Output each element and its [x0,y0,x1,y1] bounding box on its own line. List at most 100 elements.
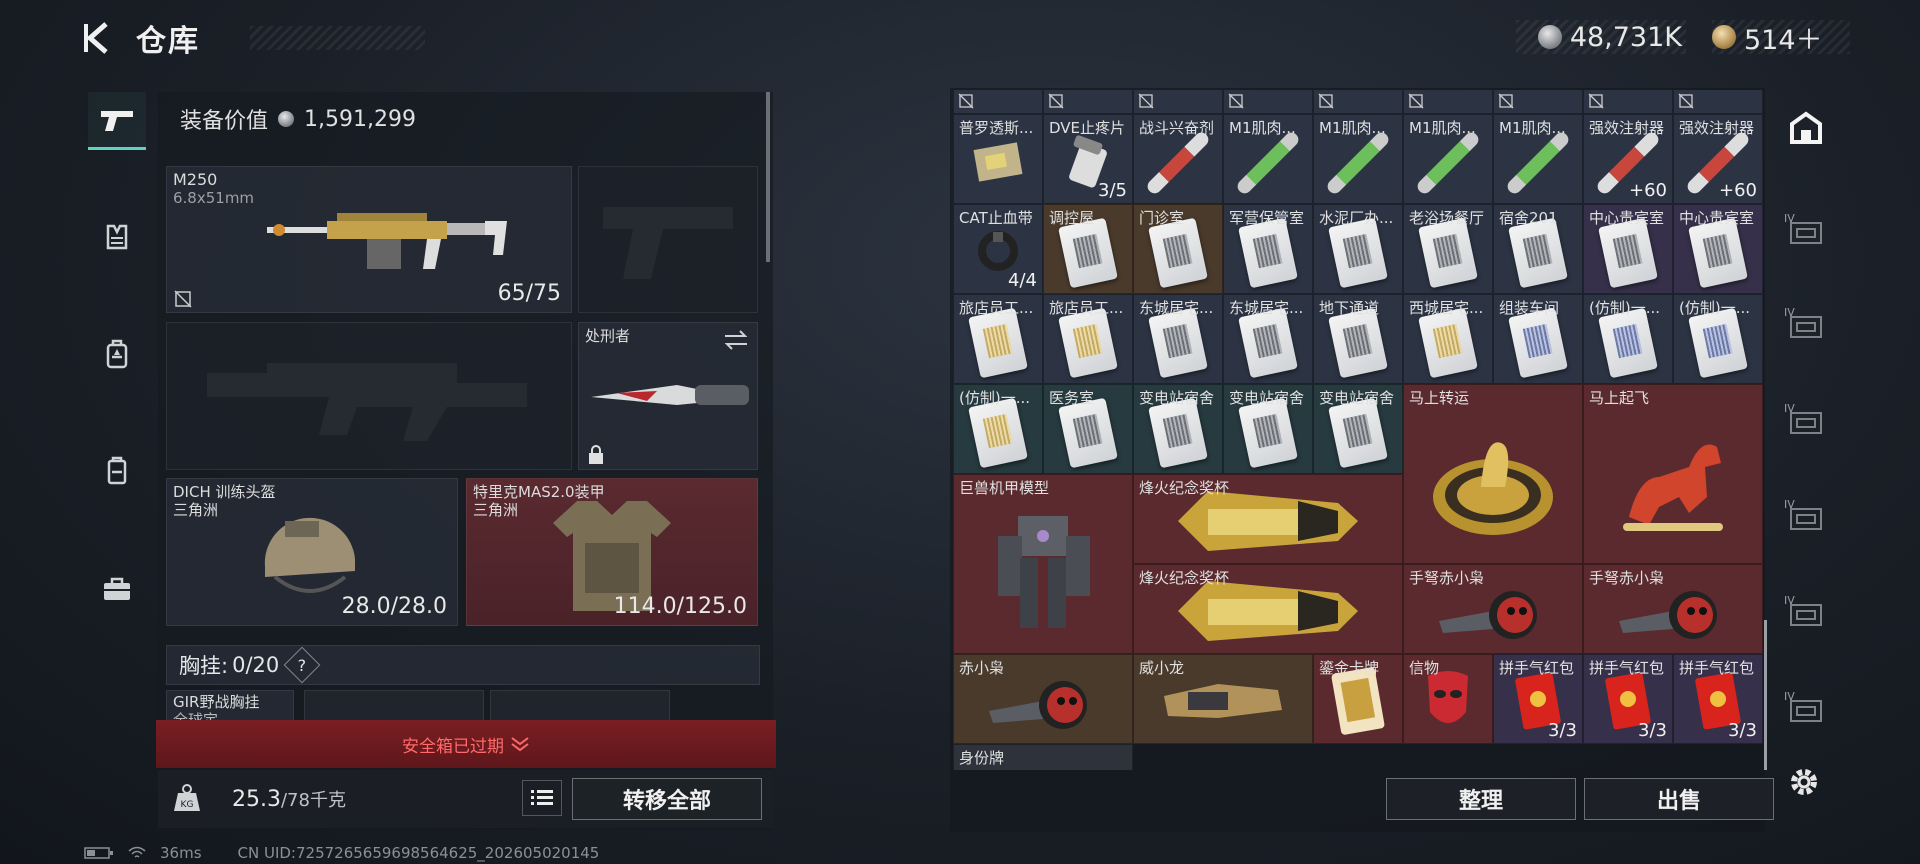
secondary-weapon-slot[interactable] [166,322,572,470]
armor-durability: 114.0/125.0 [613,594,747,619]
storage-item[interactable]: 烽火纪念奖杯 [1133,564,1403,654]
storage-item[interactable]: 鎏金卡牌 [1313,654,1403,744]
storage-item[interactable]: 东城居宅... [1133,294,1223,384]
storage-scrollbar[interactable] [1764,620,1767,770]
storage-item[interactable]: 赤小枭 [953,654,1133,744]
storage-item[interactable]: (仿制)一... [1583,294,1673,384]
storage-item[interactable]: M1肌肉... [1493,114,1583,204]
item-name: 烽火纪念奖杯 [1139,569,1230,587]
transfer-all-button[interactable]: 转移全部 [572,778,762,820]
storage-item[interactable]: 水泥厂办... [1313,204,1403,294]
storage-item-partial[interactable] [1673,90,1763,114]
storage-item[interactable]: 强效注射器 +60 [1583,114,1673,204]
storage-item-partial[interactable] [1493,90,1583,114]
storage-item[interactable]: (仿制)一... [953,384,1043,474]
storage-item-partial[interactable] [1403,90,1493,114]
armor-slot[interactable]: 特里克MAS2.0装甲 三角洲 114.0/125.0 [466,478,758,626]
item-name: 水泥厂办... [1319,209,1394,227]
storage-item[interactable]: 普罗透斯... [953,114,1043,204]
card-icon [1598,218,1658,289]
storage-item[interactable]: 信物 [1403,654,1493,744]
storage-item[interactable]: 手弩赤小枭 [1403,564,1583,654]
silver-coin-icon [1537,25,1562,49]
storage-item[interactable]: 医务室 [1043,384,1133,474]
settings-button[interactable] [1782,760,1826,804]
storage-item[interactable]: 中心贵宾室 [1673,204,1763,294]
storage-item[interactable]: 拼手气红包 3/3 [1493,654,1583,744]
storage-item[interactable]: CAT止血带 4/4 [953,204,1043,294]
sell-button[interactable]: 出售 [1584,778,1774,820]
storage-item[interactable]: 旅店员工... [1043,294,1133,384]
storage-page-tab[interactable]: IV [1782,208,1830,256]
item-name: 鎏金卡牌 [1319,659,1380,677]
storage-item[interactable]: 马上转运 [1403,384,1583,564]
tab-vest[interactable] [88,208,146,266]
storage-item[interactable]: (仿制)一... [1673,294,1763,384]
storage-item[interactable]: 强效注射器 +60 [1673,114,1763,204]
storage-item[interactable]: 变电站宿舍 [1313,384,1403,474]
storage-item-partial[interactable] [1583,90,1673,114]
tab-backpack[interactable] [88,326,146,384]
storage-item[interactable]: 军营保管室 [1223,204,1313,294]
storage-item[interactable]: 身份牌 [953,744,1133,770]
storage-item[interactable]: 地下通道 [1313,294,1403,384]
back-button[interactable] [80,18,116,58]
card-gold-icon [968,398,1028,469]
storage-page-tab[interactable]: IV [1782,494,1830,542]
melee-slot[interactable]: 处刑者 [578,322,758,470]
melee-label: 处刑者 [585,327,631,345]
storage-item-partial[interactable] [1043,90,1133,114]
storage-item[interactable]: 中心贵宾室 [1583,204,1673,294]
storage-item[interactable]: 组装车间 [1493,294,1583,384]
tab-toolbox[interactable] [88,560,146,618]
storage-item[interactable]: 战斗兴奋剂 [1133,114,1223,204]
storage-page-tab[interactable]: IV [1782,302,1830,350]
primary-weapon-slot[interactable]: M250 6.8x51mm 65/75 [166,166,572,313]
storage-item[interactable]: 巨兽机甲模型 [953,474,1133,654]
no-insurance-icon [1228,93,1244,109]
item-name: 组装车间 [1499,299,1560,317]
storage-item[interactable]: 手弩赤小枭 [1583,564,1763,654]
storage-item[interactable]: 东城居宅... [1223,294,1313,384]
safebox-expired-banner[interactable]: 安全箱已过期 [156,720,776,768]
tab-container[interactable] [88,442,146,500]
equipment-scrollbar[interactable] [766,92,770,262]
storage-item[interactable]: 门诊室 [1133,204,1223,294]
weapon-name: M250 [173,170,218,189]
storage-item-partial[interactable] [1313,90,1403,114]
swap-icon[interactable] [723,329,749,351]
storage-item[interactable]: 威小龙 [1133,654,1313,744]
storage-item-partial[interactable] [1133,90,1223,114]
storage-item[interactable]: 变电站宿舍 [1223,384,1313,474]
storage-page-tab[interactable]: IV [1782,398,1830,446]
storage-page-tab[interactable]: IV [1782,686,1830,734]
storage-item[interactable]: DVE止疼片 3/5 [1043,114,1133,204]
storage-item[interactable]: 烽火纪念奖杯 [1133,474,1403,564]
storage-item[interactable]: 宿舍201 [1493,204,1583,294]
storage-item-partial[interactable] [953,90,1043,114]
storage-item[interactable]: 老浴场餐厅 [1403,204,1493,294]
storage-item[interactable]: 变电站宿舍 [1133,384,1223,474]
helmet-slot[interactable]: DICH 训练头盔 三角洲 28.0/28.0 [166,478,458,626]
storage-item[interactable]: 拼手气红包 3/3 [1583,654,1673,744]
storage-item[interactable]: 调控屋 [1043,204,1133,294]
gold-currency[interactable]: 514＋ [1712,20,1850,56]
storage-home-tab[interactable] [1782,104,1830,152]
storage-page-tab[interactable]: IV [1782,590,1830,638]
list-view-button[interactable] [522,780,562,816]
tab-weapons[interactable] [88,92,146,150]
help-icon[interactable]: ? [283,646,321,684]
pistol-icon [101,110,133,131]
storage-item[interactable]: 西城居宅... [1403,294,1493,384]
storage-item[interactable]: 旅店员工... [953,294,1043,384]
sidearm-slot[interactable] [578,166,758,313]
storage-item[interactable]: M1肌肉... [1403,114,1493,204]
storage-item-partial[interactable] [1223,90,1313,114]
storage-item[interactable]: 拼手气红包 3/3 [1673,654,1763,744]
storage-item[interactable]: 马上起飞 [1583,384,1763,564]
armor-origin: 三角洲 [473,501,519,519]
storage-item[interactable]: M1肌肉... [1313,114,1403,204]
syr-green-icon [1408,130,1488,197]
sort-button[interactable]: 整理 [1386,778,1576,820]
storage-item[interactable]: M1肌肉... [1223,114,1313,204]
